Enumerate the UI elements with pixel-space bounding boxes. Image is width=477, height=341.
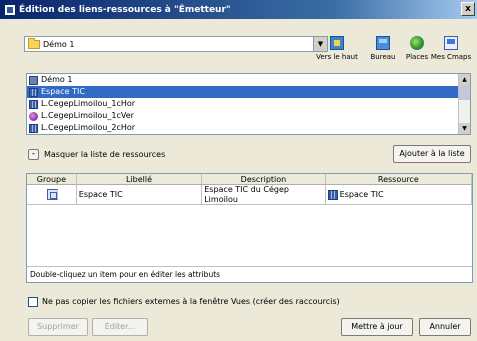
hide-list-label[interactable]: Masquer la liste de ressources [44,150,165,159]
location-combobox[interactable]: Démo 1 ▼ [24,36,328,52]
window-title: Édition des liens-ressources à "Émetteur… [19,4,231,15]
close-button[interactable]: x [461,2,475,16]
grid-icon [29,99,38,109]
grid-icon [29,87,38,97]
up-label: Vers le haut [316,53,358,61]
resource-table[interactable]: Groupe Libellé Description Ressource Esp… [26,173,473,283]
folder-up-icon [330,36,344,50]
label-cell: Espace TIC [77,185,203,204]
up-button[interactable]: Vers le haut [314,36,360,61]
location-value: Démo 1 [43,39,75,49]
add-to-list-button[interactable]: Ajouter à la liste [393,145,471,163]
title-bar: Édition des liens-ressources à "Émetteur… [0,0,477,19]
scroll-down-icon[interactable]: ▼ [459,123,470,134]
resource-name: Espace TIC [339,190,384,199]
scroll-thumb[interactable] [459,85,470,100]
column-header-resource[interactable]: Ressource [326,174,472,184]
group-icon [46,189,58,200]
list-item[interactable]: Démo 1 [27,74,470,86]
resource-list[interactable]: Démo 1 Espace TIC L.CegepLimoilou_1cHor … [26,73,471,135]
update-button[interactable]: Mettre à jour [341,318,413,336]
list-item[interactable]: L.CegepLimoilou_2cHor [27,122,470,134]
my-cmaps-icon [444,36,458,50]
column-header-group[interactable]: Groupe [27,174,77,184]
list-item[interactable]: Espace TIC [27,86,470,98]
grid-icon [29,123,38,133]
edit-button[interactable]: Éditer... [92,318,148,336]
no-copy-label[interactable]: Ne pas copier les fichiers externes à la… [42,297,340,306]
list-item-label: Démo 1 [41,75,73,84]
network-icon [29,75,38,85]
ball-icon [29,111,38,121]
collapse-list-button[interactable]: - [28,149,39,160]
list-item[interactable]: L.CegepLimoilou_1cVer [27,110,470,122]
vertical-scrollbar[interactable]: ▲ ▼ [458,74,470,134]
group-cell [27,185,77,204]
list-item[interactable]: L.CegepLimoilou_1cHor [27,98,470,110]
my-cmaps-label: Mes Cmaps [430,53,472,61]
table-row[interactable]: Espace TIC Espace TIC du Cégep Limoilou … [27,185,472,205]
description-cell: Espace TIC du Cégep Limoilou [202,185,326,204]
list-item-label: L.CegepLimoilou_2cHor [41,123,136,132]
delete-button[interactable]: Supprimer [28,318,88,336]
grid-icon [327,189,338,200]
no-copy-checkbox[interactable] [28,297,38,307]
table-hint: Double-cliquez un item pour en éditer le… [27,266,472,282]
desktop-icon [376,36,390,50]
column-header-description[interactable]: Description [202,174,326,184]
list-item-label: L.CegepLimoilou_1cHor [41,99,136,108]
app-icon [4,3,16,16]
resource-cell: Espace TIC [326,185,472,204]
table-header: Groupe Libellé Description Ressource [27,174,472,185]
scroll-up-icon[interactable]: ▲ [459,74,470,85]
folder-icon [28,37,40,49]
cancel-button[interactable]: Annuler [419,318,471,336]
my-cmaps-button[interactable]: Mes Cmaps [428,36,474,61]
list-item-label: Espace TIC [41,87,85,96]
list-item-label: L.CegepLimoilou_1cVer [41,111,134,120]
column-header-label[interactable]: Libellé [77,174,203,184]
globe-icon [410,36,424,50]
